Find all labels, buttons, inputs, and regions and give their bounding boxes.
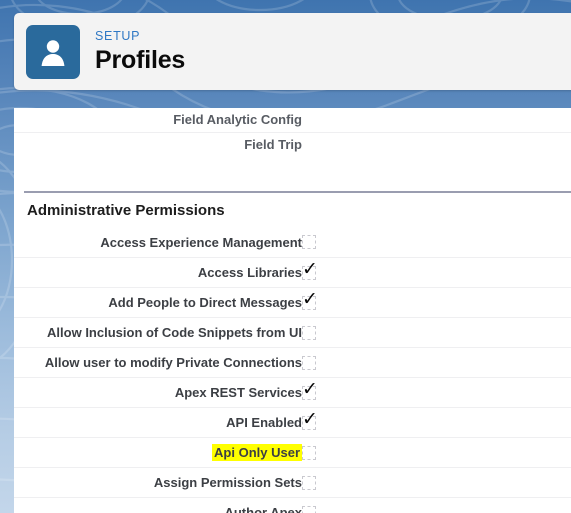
checkbox-checked-icon[interactable]: ✓ [302,409,318,430]
row-checkbox-cell [302,132,342,156]
profile-detail-panel: Field Analytic Config Field Trip Adminis… [14,108,571,513]
checkbox-unchecked-icon[interactable] [302,475,316,490]
permission-label-text: Access Libraries [197,265,302,280]
row-filler [342,108,571,132]
row-label: Field Analytic Config [173,112,302,128]
checkbox-checked-icon[interactable]: ✓ [302,289,318,310]
row-filler [342,348,571,378]
table-row: Add People to Direct Messages ✓ [14,288,571,318]
permission-checkbox-cell[interactable] [302,438,342,468]
permission-checkbox-cell[interactable]: ✓ [302,288,342,318]
permission-label: API Enabled [14,408,302,438]
row-checkbox-cell [302,108,342,132]
permission-label-text: Api Only User [212,444,302,461]
table-row: Access Experience Management [14,228,571,258]
checkbox-unchecked-icon[interactable] [302,505,316,513]
permission-label: Apex REST Services [14,378,302,408]
permission-label-text: Allow Inclusion of Code Snippets from UI [47,325,302,340]
checkbox-checked-icon[interactable]: ✓ [302,259,318,280]
table-row: Apex REST Services ✓ [14,378,571,408]
permission-checkbox-cell[interactable] [302,228,342,258]
permission-label: Add People to Direct Messages [14,288,302,318]
checkmark-icon: ✓ [302,287,318,310]
checkbox-unchecked-icon[interactable] [302,355,316,370]
permission-checkbox-cell[interactable]: ✓ [302,408,342,438]
row-filler [342,318,571,348]
table-row: Assign Permission Sets [14,468,571,498]
permission-checkbox-cell[interactable] [302,318,342,348]
permission-label-text: Author Apex [224,505,302,513]
table-row: Access Libraries ✓ [14,258,571,288]
user-profile-icon [26,24,80,79]
permission-label: Allow user to modify Private Connections [14,348,302,378]
row-filler [342,468,571,498]
checkbox-unchecked-icon[interactable] [302,235,316,250]
checkbox-unchecked-icon[interactable] [302,325,316,340]
checkmark-icon: ✓ [302,407,318,430]
checkmark-icon: ✓ [302,377,318,400]
row-filler [342,378,571,408]
header-text-block: SETUP Profiles [95,30,185,74]
row-filler [342,132,571,156]
permission-label-text: Access Experience Management [100,234,302,250]
section-title-administrative-permissions: Administrative Permissions [27,201,225,219]
top-rows-table: Field Analytic Config Field Trip [14,108,571,157]
permission-label-text: Allow user to modify Private Connections [44,355,302,370]
permission-label-text: Add People to Direct Messages [108,295,302,310]
permission-checkbox-cell[interactable] [302,468,342,498]
row-filler [342,498,571,513]
permission-label: Assign Permission Sets [14,468,302,498]
table-row: Field Trip [14,132,571,156]
row-filler [342,438,571,468]
breadcrumb-setup[interactable]: SETUP [95,30,185,43]
table-row: Api Only User [14,438,571,468]
row-filler [342,228,571,258]
page-header-card: SETUP Profiles [14,13,571,90]
permission-label-highlighted: Api Only User [14,438,302,468]
checkbox-unchecked-icon[interactable] [302,445,316,460]
row-label: Field Trip [244,136,302,152]
row-filler [342,408,571,438]
table-row: Allow user to modify Private Connections [14,348,571,378]
table-row: API Enabled ✓ [14,408,571,438]
table-row: Field Analytic Config [14,108,571,132]
page-root: SETUP Profiles Field Analytic Config Fie… [0,0,571,513]
administrative-permissions-table: Access Experience Management Access Libr… [14,228,571,513]
table-row: Allow Inclusion of Code Snippets from UI [14,318,571,348]
permission-checkbox-cell[interactable] [302,348,342,378]
permission-label-text: Apex REST Services [174,385,302,400]
checkbox-checked-icon[interactable]: ✓ [302,379,318,400]
permission-label: Author Apex [14,498,302,513]
permission-checkbox-cell[interactable]: ✓ [302,378,342,408]
permission-label: Access Experience Management [14,228,302,258]
permission-label: Allow Inclusion of Code Snippets from UI [14,318,302,348]
row-filler [342,288,571,318]
permission-label-text: Assign Permission Sets [153,475,302,490]
table-row: Author Apex [14,498,571,513]
permission-label: Access Libraries [14,258,302,288]
page-title: Profiles [95,46,186,75]
row-filler [342,258,571,288]
checkmark-icon: ✓ [302,257,318,280]
permission-checkbox-cell[interactable] [302,498,342,513]
permissions-rows: Access Experience Management Access Libr… [14,228,571,513]
permission-checkbox-cell[interactable]: ✓ [302,258,342,288]
permission-label-text: API Enabled [226,415,302,430]
